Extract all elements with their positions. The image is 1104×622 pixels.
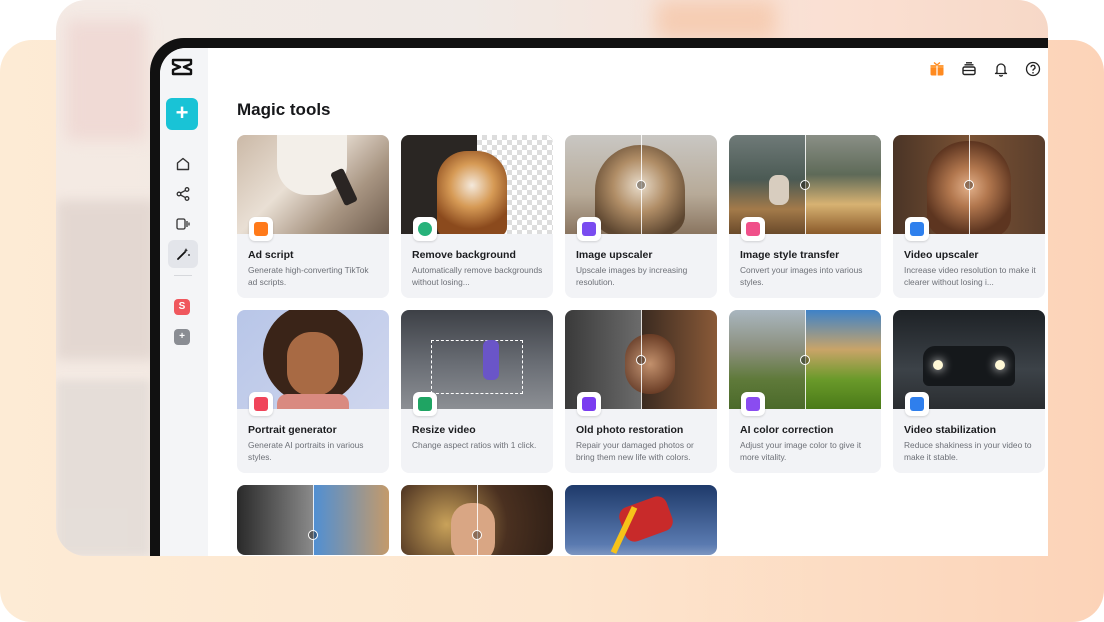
- magic-wand-icon: [177, 248, 190, 260]
- tool-card-row3-2[interactable]: [401, 485, 553, 555]
- tool-title: Resize video: [412, 424, 476, 436]
- tool-card-portrait-generator[interactable]: Portrait generator Generate AI portraits…: [237, 310, 389, 473]
- tool-description: Reduce shakiness in your video to make i…: [904, 440, 1032, 462]
- tool-card-row3-1[interactable]: [237, 485, 389, 555]
- tool-card-ai-color-correction[interactable]: AI color correction Adjust your image co…: [729, 310, 881, 473]
- page-title: Magic tools: [237, 100, 331, 119]
- tool-card-image-upscaler[interactable]: Image upscaler Upscale images by increas…: [565, 135, 717, 298]
- ad-script-icon: [249, 217, 273, 241]
- video-stabilization-icon: [905, 392, 929, 416]
- sidebar-item-home[interactable]: [168, 150, 198, 178]
- device-frame: + S + Magic tools Ad script Generate hig…: [150, 38, 1048, 556]
- bell-icon[interactable]: [990, 58, 1012, 80]
- tool-card-video-upscaler[interactable]: Video upscaler Increase video resolution…: [893, 135, 1045, 298]
- portrait-generator-icon: [249, 392, 273, 416]
- tool-card-image-style-transfer[interactable]: Image style transfer Convert your images…: [729, 135, 881, 298]
- add-space-button[interactable]: +: [174, 329, 190, 345]
- tool-description: Increase video resolution to make it cle…: [904, 265, 1036, 287]
- tool-card-row3-3[interactable]: [565, 485, 717, 555]
- color-correction-icon: [741, 392, 765, 416]
- tool-title: Ad script: [248, 249, 294, 261]
- subscription-icon[interactable]: [958, 58, 980, 80]
- tool-card-old-photo-restoration[interactable]: Old photo restoration Repair your damage…: [565, 310, 717, 473]
- tool-description: Repair your damaged photos or bring them…: [576, 440, 694, 462]
- tool-description: Generate high-converting TikTok ad scrip…: [248, 265, 369, 287]
- tool-description: Upscale images by increasing resolution.: [576, 265, 688, 287]
- tool-card-remove-background[interactable]: Remove background Automatically remove b…: [401, 135, 553, 298]
- sidebar-item-magic-tools[interactable]: [168, 240, 198, 268]
- tool-card-ad-script[interactable]: Ad script Generate high-converting TikTo…: [237, 135, 389, 298]
- sidebar-divider: [174, 275, 192, 276]
- tool-title: Remove background: [412, 249, 516, 261]
- tool-title: Video stabilization: [904, 424, 996, 436]
- tool-description: Generate AI portraits in various styles.: [248, 440, 364, 462]
- space-avatar[interactable]: S: [174, 299, 190, 315]
- style-transfer-icon: [741, 217, 765, 241]
- tool-thumbnail: [401, 485, 553, 555]
- image-upscaler-icon: [577, 217, 601, 241]
- remove-background-icon: [413, 217, 437, 241]
- tool-thumbnail: [565, 485, 717, 555]
- tool-description: Automatically remove backgrounds without…: [412, 265, 543, 287]
- tool-description: Change aspect ratios with 1 click.: [412, 440, 537, 450]
- tool-title: Old photo restoration: [576, 424, 684, 436]
- tool-title: Image style transfer: [740, 249, 840, 261]
- tool-description: Adjust your image color to give it more …: [740, 440, 862, 462]
- gift-icon[interactable]: [926, 58, 948, 80]
- video-icon: [176, 218, 190, 230]
- tool-title: AI color correction: [740, 424, 834, 436]
- sidebar: + S +: [160, 48, 208, 556]
- tool-title: Portrait generator: [248, 424, 337, 436]
- tool-card-video-stabilization[interactable]: Video stabilization Reduce shakiness in …: [893, 310, 1045, 473]
- share-icon: [176, 187, 190, 201]
- tool-title: Image upscaler: [576, 249, 653, 261]
- tool-card-resize-video[interactable]: Resize video Change aspect ratios with 1…: [401, 310, 553, 473]
- sidebar-item-share[interactable]: [168, 180, 198, 208]
- tool-title: Video upscaler: [904, 249, 979, 261]
- tool-description: Convert your images into various styles.: [740, 265, 863, 287]
- video-upscaler-icon: [905, 217, 929, 241]
- create-button[interactable]: +: [166, 98, 198, 130]
- resize-video-icon: [413, 392, 437, 416]
- photo-restoration-icon: [577, 392, 601, 416]
- help-icon[interactable]: [1022, 58, 1044, 80]
- tool-thumbnail: [237, 485, 389, 555]
- home-icon: [176, 157, 190, 171]
- topbar: [926, 58, 1044, 80]
- sidebar-item-video[interactable]: [168, 210, 198, 238]
- capcut-logo-icon[interactable]: [170, 56, 194, 78]
- app-screen: + S + Magic tools Ad script Generate hig…: [160, 48, 1048, 556]
